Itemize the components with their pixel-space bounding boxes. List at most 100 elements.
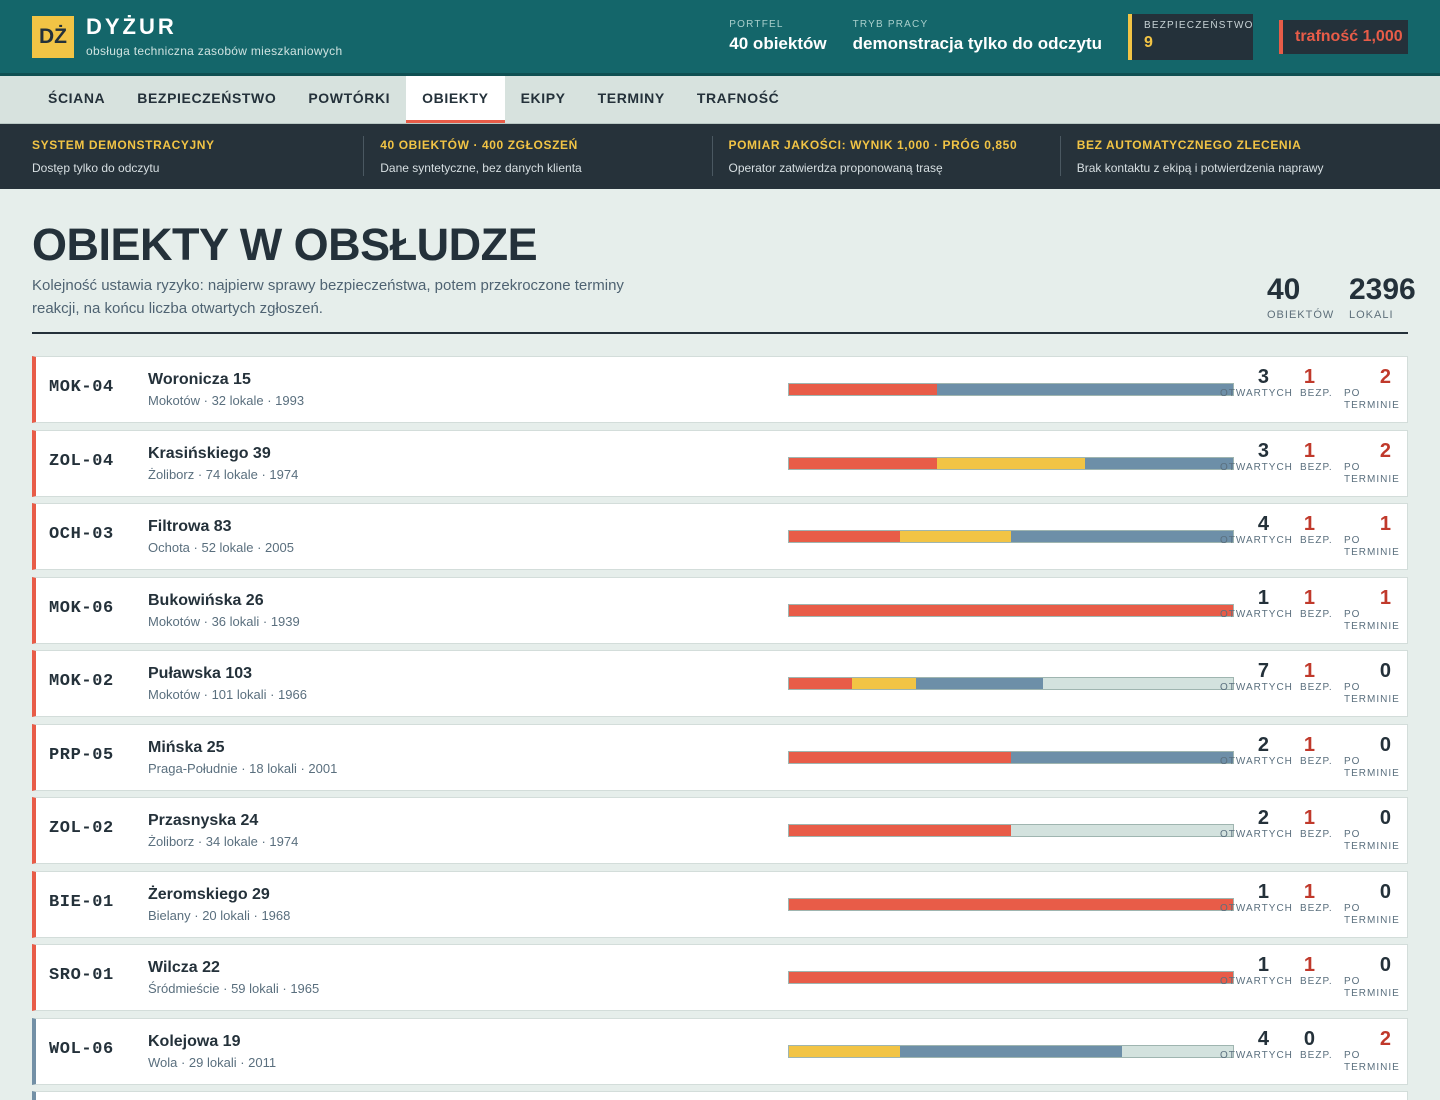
overdue-count-label: PO TERMINIE	[1344, 976, 1400, 1000]
building-meta: Mokotów · 32 lokale · 1993	[148, 393, 305, 408]
ticket-mix-segment	[900, 531, 1011, 542]
building-meta: Mokotów · 101 lokali · 1966	[148, 687, 307, 702]
open-count: 1	[1257, 954, 1269, 976]
ticket-mix-segment	[1084, 457, 1233, 469]
info-strip-title: 40 OBIEKTÓW · 400 ZGŁOSZEŃ	[380, 138, 578, 152]
page-header: OBIEKTY W OBSŁUDZE Kolejność ustawia ryz…	[32, 189, 1416, 334]
open-count: 1	[1257, 880, 1269, 903]
safety-count-label: BEZP.	[1300, 388, 1333, 399]
ticket-mix-segment	[1011, 531, 1233, 542]
app-name: DYŻUR	[86, 13, 177, 39]
open-count-label: OTWARTYCH	[1220, 902, 1293, 914]
brand: DYŻUR obsługa techniczna zasobów mieszka…	[86, 13, 343, 58]
overdue-count-label: PO TERMINIE	[1344, 609, 1400, 633]
safety-count-label: BEZP.	[1300, 976, 1333, 987]
overdue-label-line1: PO	[1344, 388, 1361, 399]
safety-counter-value: 9	[1144, 33, 1153, 51]
overdue-label-line2: TERMINIE	[1344, 400, 1400, 411]
ticket-mix-segment	[789, 457, 937, 469]
safety-count-label: BEZP.	[1300, 902, 1333, 914]
building-row[interactable]: PRP-05 Mińska 25 Praga-Południe · 18 lokal…	[32, 723, 1408, 791]
ticket-mix-segment	[789, 751, 1011, 763]
ticket-mix-segment	[936, 457, 1085, 469]
tab-powtórki[interactable]: POWTÓRKI	[292, 76, 406, 123]
overdue-count: 1	[1379, 513, 1391, 535]
overdue-label-line1: PO	[1344, 755, 1361, 767]
ticket-mix-segment	[1122, 1046, 1233, 1057]
stat-units-value: 2396	[1349, 273, 1416, 306]
safety-count: 1	[1303, 880, 1315, 903]
building-address: Bukowińska 26	[148, 591, 264, 609]
open-count-label: OTWARTYCH	[1220, 829, 1293, 840]
ticket-mix-bar	[788, 897, 1234, 911]
ticket-mix-bar	[788, 383, 1234, 396]
info-strip-item: 40 OBIEKTÓW · 400 ZGŁOSZEŃ Dane syntetycz…	[363, 136, 711, 176]
tab-bezpieczeństwo[interactable]: BEZPIECZEŃSTWO	[121, 76, 292, 123]
safety-counter[interactable]: BEZPIECZEŃSTWO 9	[1128, 13, 1253, 60]
overdue-label-line2: TERMINIE	[1344, 914, 1400, 926]
building-row[interactable]: SRO-01 Wilcza 22 Śródmieście · 59 lokali ·…	[32, 944, 1408, 1011]
overdue-label-line1: PO	[1344, 829, 1361, 840]
ticket-mix-bar	[788, 677, 1234, 690]
ticket-mix-segment	[789, 678, 853, 689]
open-count-label: OTWARTYCH	[1220, 682, 1293, 693]
safety-count: 1	[1303, 513, 1315, 535]
ticket-mix-segment	[1011, 751, 1233, 763]
building-row[interactable]: MOK-06 Bukowińska 26 Mokotów · 36 lokali ·…	[32, 576, 1408, 644]
building-address: Kolejowa 19	[148, 1032, 241, 1050]
stat-buildings-value: 40	[1267, 273, 1301, 306]
ticket-mix-bar	[788, 456, 1234, 470]
tab-obiekty[interactable]: OBIEKTY	[406, 76, 505, 123]
building-meta: Bielany · 20 lokali · 1968	[148, 907, 291, 923]
building-row[interactable]: ZOL-02 Przasnyska 24 Żoliborz · 34 lokale …	[32, 797, 1408, 864]
open-count-label: OTWARTYCH	[1220, 461, 1293, 473]
building-row[interactable]	[32, 1091, 1408, 1100]
overdue-label-line2: TERMINIE	[1344, 988, 1400, 999]
tab-trafność[interactable]: TRAFNOŚĆ	[681, 76, 796, 123]
building-code: MOK-06	[49, 598, 114, 618]
safety-count: 1	[1303, 366, 1315, 388]
app-subtitle: obsługa techniczna zasobów mieszkaniowyc…	[86, 43, 343, 58]
ticket-mix-segment	[1043, 678, 1233, 689]
open-count: 3	[1257, 366, 1269, 388]
portfolio-indicator: PORTFEL 40 obiektów	[729, 19, 826, 54]
overdue-count-label: PO TERMINIE	[1344, 903, 1400, 927]
tab-ekipy[interactable]: EKIPY	[505, 76, 582, 123]
tab-terminy[interactable]: TERMINY	[582, 76, 681, 123]
page-description: Kolejność ustawia ryzyko: najpierw spraw…	[32, 277, 624, 317]
building-row[interactable]: OCH-03 Filtrowa 83 Ochota · 52 lokale · 20…	[32, 503, 1408, 570]
tab-ściana[interactable]: ŚCIANA	[32, 76, 121, 123]
building-row[interactable]: ZOL-04 Krasińskiego 39 Żoliborz · 74 lokal…	[32, 429, 1408, 497]
building-code: MOK-04	[49, 378, 114, 397]
ticket-mix-segment	[789, 825, 1011, 836]
open-count-label: OTWARTYCH	[1220, 976, 1293, 987]
building-row[interactable]: WOL-06 Kolejowa 19 Wola · 29 lokali · 2011…	[32, 1017, 1408, 1085]
ticket-mix-segment	[936, 384, 1233, 395]
building-address: Mińska 25	[148, 738, 225, 756]
overdue-label-line1: PO	[1344, 608, 1361, 620]
overdue-count-label: PO TERMINIE	[1344, 388, 1400, 412]
info-strip-item: POMIAR JAKOŚCI: WYNIK 1,000 · PRÓG 0,850…	[711, 136, 1060, 176]
app-logo[interactable]: DŻ	[32, 15, 74, 58]
building-row[interactable]: BIE-01 Żeromskiego 29 Bielany · 20 lokali …	[32, 870, 1408, 938]
overdue-count: 0	[1379, 733, 1391, 756]
overdue-count: 2	[1379, 439, 1391, 462]
building-address: Wilcza 22	[148, 959, 220, 976]
ticket-mix-bar	[788, 824, 1234, 837]
building-row[interactable]: MOK-02 Puławska 103 Mokotów · 101 lokali ·…	[32, 650, 1408, 717]
open-count: 2	[1257, 733, 1269, 756]
info-strip-description: Dane syntetyczne, bez danych klienta	[380, 161, 582, 175]
info-strip-item: BEZ AUTOMATYCZNEGO ZLECENIA Brak kontaktu…	[1059, 136, 1408, 176]
accuracy-badge[interactable]: trafność 1,000	[1279, 19, 1408, 54]
building-row[interactable]: MOK-04 Woronicza 15 Mokotów · 32 lokale · …	[32, 356, 1408, 423]
info-strip-title: POMIAR JAKOŚCI: WYNIK 1,000 · PRÓG 0,850	[728, 138, 1018, 152]
info-strip-description: Operator zatwierdza proponowaną trasę	[728, 161, 943, 175]
overdue-label-line1: PO	[1344, 682, 1361, 693]
mode-value: demonstracja tylko do odczytu	[852, 34, 1102, 53]
overdue-label-line1: PO	[1344, 461, 1361, 473]
overdue-label-line2: TERMINIE	[1344, 1061, 1400, 1073]
overdue-count-label: PO TERMINIE	[1344, 1050, 1400, 1074]
open-count: 1	[1257, 586, 1269, 609]
safety-count: 1	[1303, 807, 1315, 829]
ticket-mix-segment	[900, 1045, 1122, 1057]
